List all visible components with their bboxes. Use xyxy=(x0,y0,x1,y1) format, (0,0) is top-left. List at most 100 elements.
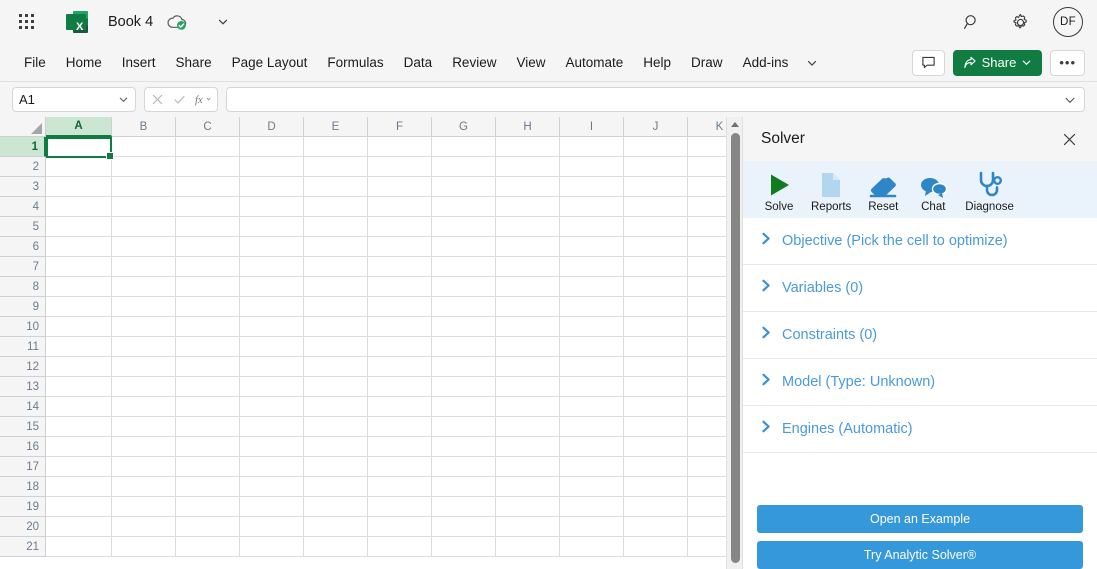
cell-H19[interactable] xyxy=(496,497,560,517)
row-header-12[interactable]: 12 xyxy=(0,357,46,377)
cell-E5[interactable] xyxy=(304,217,368,237)
cell-G13[interactable] xyxy=(432,377,496,397)
cell-A4[interactable] xyxy=(46,197,112,217)
cell-J19[interactable] xyxy=(624,497,688,517)
cell-B6[interactable] xyxy=(112,237,176,257)
cell-C18[interactable] xyxy=(176,477,240,497)
cell-I2[interactable] xyxy=(560,157,624,177)
cell-C17[interactable] xyxy=(176,457,240,477)
cell-D8[interactable] xyxy=(240,277,304,297)
cell-C12[interactable] xyxy=(176,357,240,377)
cell-J21[interactable] xyxy=(624,537,688,557)
cell-D14[interactable] xyxy=(240,397,304,417)
diagnose-button[interactable]: Diagnose xyxy=(961,167,1018,214)
cell-H2[interactable] xyxy=(496,157,560,177)
app-launcher-icon[interactable] xyxy=(10,5,44,39)
tab-help[interactable]: Help xyxy=(633,50,681,75)
cell-J20[interactable] xyxy=(624,517,688,537)
cell-J6[interactable] xyxy=(624,237,688,257)
cell-F17[interactable] xyxy=(368,457,432,477)
cell-G6[interactable] xyxy=(432,237,496,257)
cell-I6[interactable] xyxy=(560,237,624,257)
cell-G3[interactable] xyxy=(432,177,496,197)
cell-D7[interactable] xyxy=(240,257,304,277)
cell-C21[interactable] xyxy=(176,537,240,557)
cell-C14[interactable] xyxy=(176,397,240,417)
cell-J1[interactable] xyxy=(624,137,688,157)
tab-automate[interactable]: Automate xyxy=(555,50,633,75)
cell-E10[interactable] xyxy=(304,317,368,337)
cell-G11[interactable] xyxy=(432,337,496,357)
cell-F16[interactable] xyxy=(368,437,432,457)
cell-A21[interactable] xyxy=(46,537,112,557)
row-header-3[interactable]: 3 xyxy=(0,177,46,197)
cell-D19[interactable] xyxy=(240,497,304,517)
tab-insert[interactable]: Insert xyxy=(112,50,166,75)
cell-G1[interactable] xyxy=(432,137,496,157)
cell-E16[interactable] xyxy=(304,437,368,457)
cell-D12[interactable] xyxy=(240,357,304,377)
row-header-18[interactable]: 18 xyxy=(0,477,46,497)
cell-J10[interactable] xyxy=(624,317,688,337)
cell-G5[interactable] xyxy=(432,217,496,237)
cell-A13[interactable] xyxy=(46,377,112,397)
cell-J3[interactable] xyxy=(624,177,688,197)
cell-B20[interactable] xyxy=(112,517,176,537)
cell-I10[interactable] xyxy=(560,317,624,337)
row-header-4[interactable]: 4 xyxy=(0,197,46,217)
cell-F21[interactable] xyxy=(368,537,432,557)
tab-page-layout[interactable]: Page Layout xyxy=(222,50,318,75)
cell-E18[interactable] xyxy=(304,477,368,497)
row-header-7[interactable]: 7 xyxy=(0,257,46,277)
cell-E17[interactable] xyxy=(304,457,368,477)
cell-J15[interactable] xyxy=(624,417,688,437)
cell-G7[interactable] xyxy=(432,257,496,277)
cell-E12[interactable] xyxy=(304,357,368,377)
cell-E8[interactable] xyxy=(304,277,368,297)
cell-H11[interactable] xyxy=(496,337,560,357)
cell-H4[interactable] xyxy=(496,197,560,217)
cell-H3[interactable] xyxy=(496,177,560,197)
cell-D13[interactable] xyxy=(240,377,304,397)
cell-I11[interactable] xyxy=(560,337,624,357)
cell-B11[interactable] xyxy=(112,337,176,357)
row-header-21[interactable]: 21 xyxy=(0,537,46,557)
cell-C15[interactable] xyxy=(176,417,240,437)
cell-C9[interactable] xyxy=(176,297,240,317)
cell-I9[interactable] xyxy=(560,297,624,317)
comment-icon[interactable] xyxy=(912,50,945,76)
cell-I4[interactable] xyxy=(560,197,624,217)
cell-I15[interactable] xyxy=(560,417,624,437)
cell-H21[interactable] xyxy=(496,537,560,557)
row-header-13[interactable]: 13 xyxy=(0,377,46,397)
column-header-c[interactable]: C xyxy=(176,117,240,137)
cell-C20[interactable] xyxy=(176,517,240,537)
cell-A14[interactable] xyxy=(46,397,112,417)
column-header-h[interactable]: H xyxy=(496,117,560,137)
cell-F19[interactable] xyxy=(368,497,432,517)
cell-A10[interactable] xyxy=(46,317,112,337)
close-icon[interactable] xyxy=(1055,125,1083,153)
cell-B5[interactable] xyxy=(112,217,176,237)
column-header-e[interactable]: E xyxy=(304,117,368,137)
cell-C10[interactable] xyxy=(176,317,240,337)
cell-E6[interactable] xyxy=(304,237,368,257)
cell-F5[interactable] xyxy=(368,217,432,237)
column-header-i[interactable]: I xyxy=(560,117,624,137)
cell-F12[interactable] xyxy=(368,357,432,377)
cell-B3[interactable] xyxy=(112,177,176,197)
cell-C8[interactable] xyxy=(176,277,240,297)
cell-B17[interactable] xyxy=(112,457,176,477)
row-header-15[interactable]: 15 xyxy=(0,417,46,437)
cell-C11[interactable] xyxy=(176,337,240,357)
cell-J12[interactable] xyxy=(624,357,688,377)
tab-draw[interactable]: Draw xyxy=(681,50,733,75)
cell-H13[interactable] xyxy=(496,377,560,397)
cell-D15[interactable] xyxy=(240,417,304,437)
select-all-corner-icon[interactable] xyxy=(0,117,46,137)
tab-data[interactable]: Data xyxy=(394,50,443,75)
cell-F20[interactable] xyxy=(368,517,432,537)
scroll-up-arrow-icon[interactable] xyxy=(727,117,742,131)
cell-I14[interactable] xyxy=(560,397,624,417)
formula-input[interactable] xyxy=(226,87,1085,112)
